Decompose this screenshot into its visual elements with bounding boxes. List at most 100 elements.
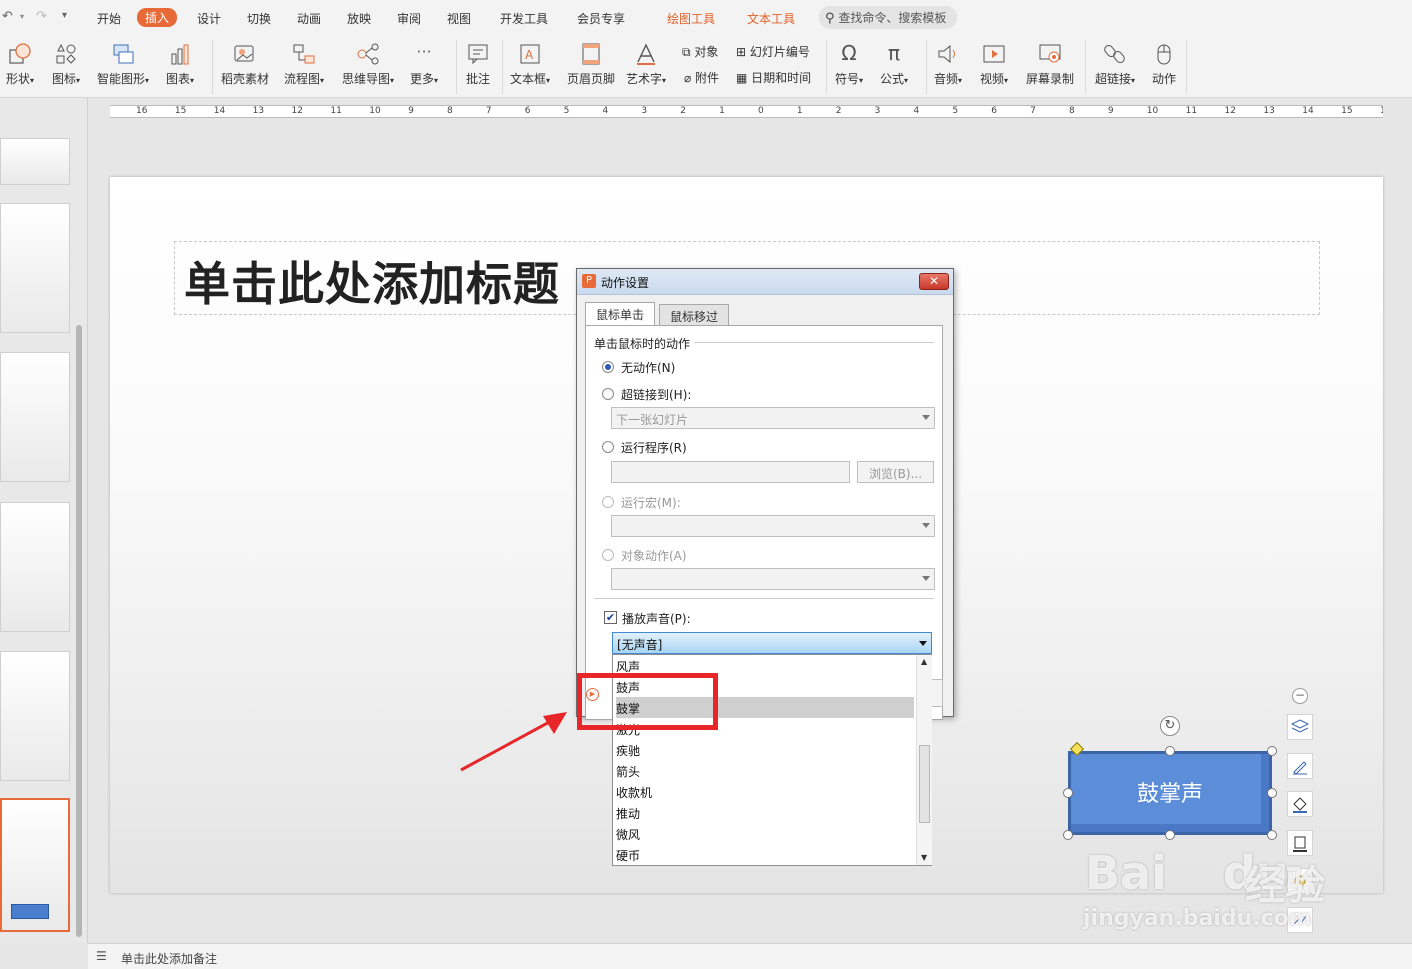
undo-dropdown-icon[interactable]: ▾ [20, 12, 24, 21]
pen-icon[interactable] [1287, 753, 1313, 779]
pi-icon: π [887, 41, 901, 65]
date-time-button[interactable]: ▦ 日期和时间 [736, 69, 811, 86]
wordart-button[interactable]: 艺术字▾ [626, 42, 666, 87]
tab-design[interactable]: 设计 [197, 10, 221, 27]
list-item[interactable]: 箭头 [616, 760, 914, 781]
hyperlink-button[interactable]: 超链接▾ [1095, 42, 1135, 87]
notes-placeholder[interactable]: 单击此处添加备注 [121, 950, 217, 967]
resize-handle[interactable] [1165, 746, 1175, 756]
tab-mouse-over[interactable]: 鼠标移过 [659, 304, 730, 326]
flowchart-button[interactable]: 流程图▾ [284, 42, 324, 87]
equation-button[interactable]: π 公式▾ [880, 42, 908, 87]
rotate-handle-icon[interactable]: ↻ [1160, 716, 1180, 736]
group-divider [694, 342, 934, 343]
tab-text-tools[interactable]: 文本工具 [747, 10, 795, 27]
object-button[interactable]: ⧉ 对象 [682, 43, 718, 60]
undo-icon[interactable]: ↶ [2, 9, 13, 24]
comment-button[interactable]: 批注 [465, 42, 491, 87]
app-logo-icon: P [582, 274, 596, 288]
screen-record-button[interactable]: 屏幕录制 [1026, 42, 1074, 87]
layers-icon[interactable] [1287, 714, 1313, 740]
tab-view[interactable]: 视图 [447, 10, 471, 27]
ruler-tick-label: 4 [602, 106, 609, 116]
tab-home[interactable]: 开始 [97, 10, 121, 27]
tab-drawing-tools[interactable]: 绘图工具 [667, 10, 715, 27]
slide-thumbnail[interactable] [0, 502, 70, 632]
resize-handle[interactable] [1165, 830, 1175, 840]
tab-mouse-click[interactable]: 鼠标单击 [585, 302, 656, 326]
mindmap-button[interactable]: 思维导图▾ [342, 42, 394, 87]
hyperlink-select[interactable]: 下一张幻灯片 [611, 407, 935, 429]
close-icon[interactable]: ✕ [919, 273, 949, 290]
resize-handle[interactable] [1267, 788, 1277, 798]
header-footer-button[interactable]: 页眉页脚 [567, 42, 615, 87]
collapse-toolbar-icon[interactable]: − [1292, 688, 1308, 704]
chart-button[interactable]: 图表▾ [166, 42, 194, 87]
tab-developer[interactable]: 开发工具 [500, 10, 548, 27]
scroll-down-icon[interactable]: ▼ [921, 853, 927, 862]
slide-thumbnail[interactable] [0, 138, 70, 185]
ruler-tick-label: 11 [1185, 106, 1198, 116]
slide-thumbnail[interactable] [0, 203, 70, 333]
docer-materials-button[interactable]: 稻壳素材 [221, 42, 269, 87]
tab-review[interactable]: 审阅 [397, 10, 421, 27]
hyperlink-radio[interactable] [602, 388, 614, 400]
attachment-button[interactable]: ⌀ 附件 [684, 69, 719, 86]
customize-quick-access-icon[interactable]: ▾ [62, 10, 67, 21]
object-action-select[interactable] [611, 568, 935, 590]
slide-thumbnail-selected[interactable] [0, 798, 70, 932]
fill-icon[interactable] [1287, 791, 1313, 817]
shapes-button[interactable]: 形状▾ [6, 42, 34, 87]
tab-slideshow[interactable]: 放映 [347, 10, 371, 27]
title-placeholder-text[interactable]: 单击此处添加标题 [184, 248, 560, 314]
list-item[interactable]: 疾驰 [616, 739, 914, 760]
tab-transitions[interactable]: 切换 [247, 10, 271, 27]
dialog-titlebar[interactable]: P 动作设置 ✕ [577, 269, 953, 295]
browse-button[interactable]: 浏览(B)... [857, 461, 934, 483]
sound-select[interactable]: [无声音] [612, 632, 932, 654]
play-sound-checkbox[interactable]: ✔ [604, 611, 617, 624]
macro-select[interactable] [611, 515, 935, 537]
action-button[interactable]: 动作 [1151, 42, 1177, 87]
ruler-tick-label: 13 [1263, 106, 1275, 116]
slide-number-button[interactable]: ⊞ 幻灯片编号 [736, 43, 810, 60]
thumbnail-scrollbar[interactable] [76, 325, 82, 937]
program-path-input[interactable] [611, 461, 850, 483]
resize-handle[interactable] [1267, 746, 1277, 756]
ruler-tick-label: 12 [291, 106, 303, 116]
scroll-up-icon[interactable]: ▲ [921, 657, 927, 666]
slide-thumbnail[interactable] [0, 352, 70, 482]
ruler-tick-label: 14 [1302, 106, 1314, 116]
list-item[interactable]: 收款机 [616, 781, 914, 802]
shape-text[interactable]: 鼓掌声 [1068, 776, 1272, 808]
ribbon-separator [826, 40, 827, 94]
tab-animations[interactable]: 动画 [297, 10, 321, 27]
list-item[interactable]: 硬币 [616, 844, 914, 865]
tab-member[interactable]: 会员专享 [577, 10, 625, 27]
chart-label: 图表 [166, 72, 191, 86]
resize-handle[interactable] [1063, 788, 1073, 798]
ribbon-toolbar: 形状▾ 图标▾ 智能图形▾ 图表▾ 稻壳素材 流程图▾ 思维导图▾ ··· 更多… [0, 36, 1412, 98]
command-search[interactable]: ⚲ 查找命令、搜索模板 [819, 6, 957, 29]
list-item[interactable]: 推动 [616, 802, 914, 823]
run-macro-radio[interactable] [602, 496, 614, 508]
textbox-button[interactable]: A 文本框▾ [510, 42, 550, 87]
video-button[interactable]: 视频▾ [980, 42, 1008, 87]
symbol-button[interactable]: Ω 符号▾ [835, 42, 863, 87]
no-action-radio[interactable] [602, 361, 614, 373]
icons-button[interactable]: 图标▾ [52, 42, 80, 87]
scrollbar-thumb[interactable] [919, 745, 930, 823]
run-program-radio[interactable] [602, 441, 614, 453]
more-button[interactable]: ··· 更多▾ [410, 42, 438, 87]
smartart-button[interactable]: 智能图形▾ [97, 42, 149, 87]
redo-icon[interactable]: ↷ [36, 9, 47, 24]
audio-button[interactable]: 音频▾ [934, 42, 962, 87]
tab-insert[interactable]: 插入 [137, 8, 178, 27]
list-item[interactable]: 微风 [616, 823, 914, 844]
smartart-icon [110, 42, 136, 66]
slide-thumbnail[interactable] [0, 651, 70, 781]
object-action-radio[interactable] [602, 549, 614, 561]
resize-handle[interactable] [1267, 830, 1277, 840]
resize-handle[interactable] [1063, 830, 1073, 840]
dropdown-scrollbar[interactable]: ▲ ▼ [916, 655, 932, 865]
